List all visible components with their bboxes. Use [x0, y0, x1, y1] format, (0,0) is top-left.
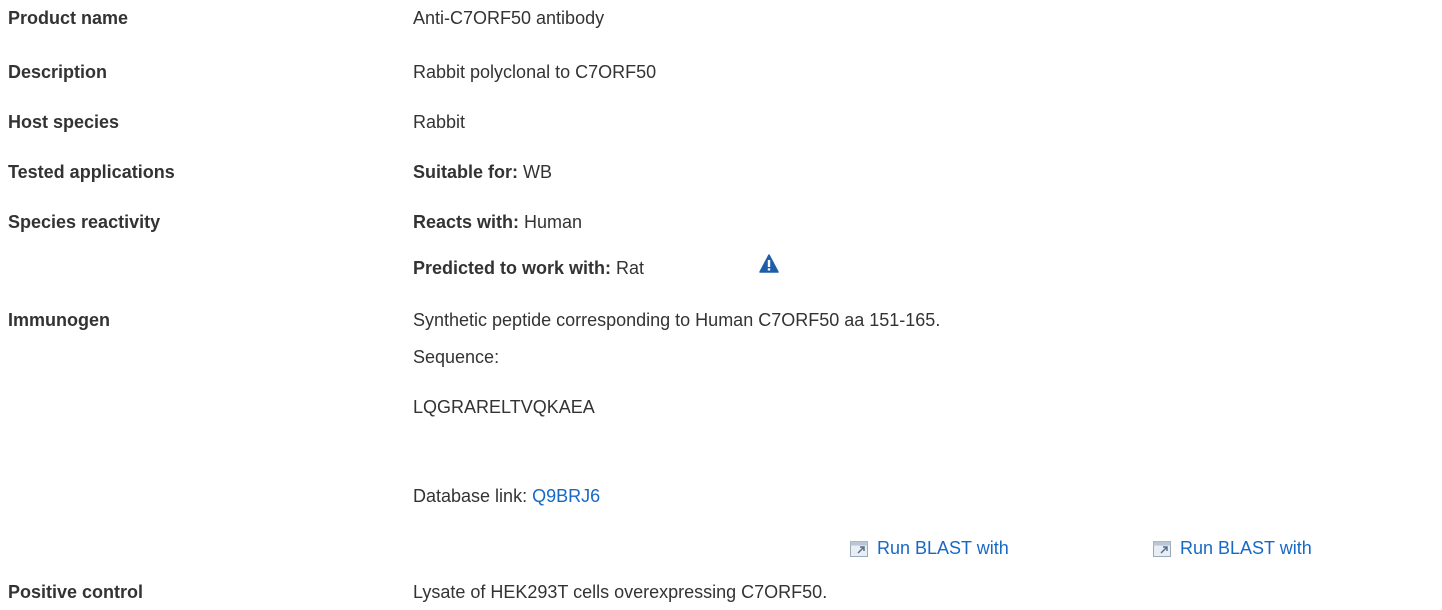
- run-blast-button-1[interactable]: Run BLAST with: [850, 538, 1009, 559]
- external-window-icon: [850, 540, 868, 557]
- description-label: Description: [8, 62, 108, 82]
- run-blast-button-2[interactable]: Run BLAST with: [1153, 538, 1312, 559]
- database-link-q9brj6[interactable]: Q9BRJ6: [532, 486, 600, 506]
- reacts-with-prefix: Reacts with:: [413, 212, 520, 232]
- tested-applications-value: Suitable for: WB: [413, 162, 552, 183]
- suitable-for-value: WB: [523, 162, 553, 182]
- host-species-label: Host species: [8, 112, 120, 132]
- sequence-label: Sequence:: [413, 347, 500, 367]
- species-reactivity-label: Species reactivity: [8, 212, 161, 232]
- tested-applications-label: Tested applications: [8, 162, 175, 182]
- reacts-with: Reacts with: Human: [413, 212, 582, 233]
- run-blast-label-2: Run BLAST with: [1180, 538, 1312, 558]
- immunogen-description: Synthetic peptide corresponding to Human…: [413, 310, 941, 330]
- database-link-prefix: Database link:: [413, 486, 528, 506]
- positive-control-label: Positive control: [8, 582, 144, 602]
- predicted-prefix: Predicted to work with:: [413, 258, 612, 278]
- external-window-icon: [1153, 540, 1171, 557]
- description-value: Rabbit polyclonal to C7ORF50: [413, 62, 657, 82]
- immunogen-label: Immunogen: [8, 310, 110, 330]
- product-name-label: Product name: [8, 8, 129, 28]
- predicted-value: Rat: [616, 258, 645, 278]
- positive-control-value: Lysate of HEK293T cells overexpressing C…: [413, 582, 828, 602]
- reacts-with-value: Human: [524, 212, 583, 232]
- product-name-value: Anti-C7ORF50 antibody: [413, 8, 605, 28]
- sequence-value: LQGRARELTVQKAEA: [413, 397, 595, 417]
- host-species-value: Rabbit: [413, 112, 466, 132]
- suitable-for-prefix: Suitable for:: [413, 162, 519, 182]
- predicted-to-work-with: Predicted to work with: Rat: [413, 258, 644, 279]
- product-datasheet: Product name Anti-C7ORF50 antibody Descr…: [0, 0, 1442, 610]
- run-blast-label-1: Run BLAST with: [877, 538, 1009, 558]
- warning-triangle-icon[interactable]: [759, 254, 779, 273]
- database-link-row: Database link: Q9BRJ6: [413, 486, 600, 507]
